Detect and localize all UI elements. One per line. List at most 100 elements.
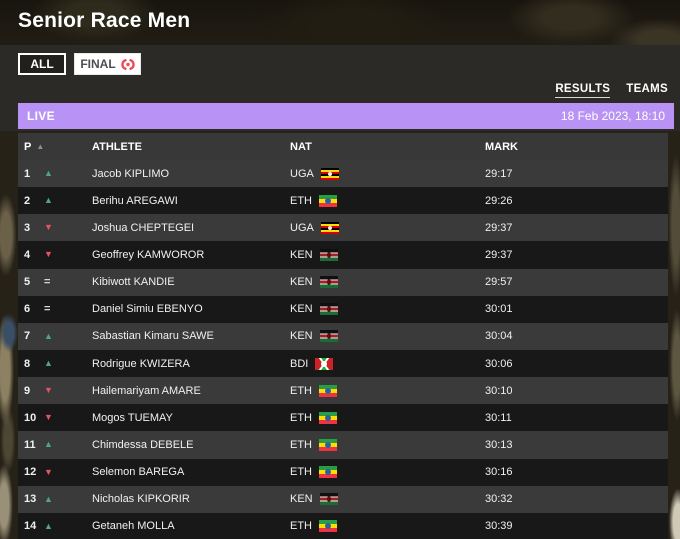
trend-icon: ▼	[44, 386, 82, 395]
country-code: KEN	[290, 330, 313, 342]
athlete-result-row[interactable]: 14 ▲ Getaneh MOLLA ETH 30:39	[18, 513, 668, 539]
results-rows: 1 ▲ Jacob KIPLIMO UGA 29:17 2 ▲ Berihu A…	[18, 160, 668, 539]
position-value: 3	[18, 222, 44, 234]
country-code: KEN	[290, 276, 313, 288]
athlete-name: Rodrigue KWIZERA	[82, 358, 280, 370]
athlete-name: Geoffrey KAMWOROR	[82, 249, 280, 261]
trend-icon: ▲	[44, 169, 82, 178]
final-filter-label: FINAL	[80, 57, 115, 71]
athlete-result-row[interactable]: 6 = Daniel Simiu EBENYO KEN 30:01	[18, 296, 668, 323]
country-flag-icon	[319, 385, 337, 397]
nationality-cell: ETH	[280, 439, 475, 451]
athlete-name: Jacob KIPLIMO	[82, 168, 280, 180]
view-tabs: RESULTS TEAMS	[555, 83, 668, 98]
country-flag-icon	[319, 466, 337, 478]
mark-time: 29:57	[475, 276, 668, 288]
mark-time: 30:04	[475, 330, 668, 342]
athlete-result-row[interactable]: 3 ▼ Joshua CHEPTEGEI UGA 29:37	[18, 214, 668, 241]
all-filter-label: ALL	[30, 57, 53, 71]
results-table: P ▲ ATHLETE NAT MARK 1 ▲ Jacob KIPLIMO U…	[18, 133, 668, 539]
country-flag-icon	[319, 195, 337, 207]
position-value: 5	[18, 276, 44, 288]
position-value: 14	[18, 520, 44, 532]
athlete-result-row[interactable]: 8 ▲ Rodrigue KWIZERA BDI 30:06	[18, 350, 668, 377]
nationality-cell: ETH	[280, 466, 475, 478]
athlete-result-row[interactable]: 4 ▼ Geoffrey KAMWOROR KEN 29:37	[18, 241, 668, 268]
live-status-label: LIVE	[27, 109, 55, 123]
mark-time: 30:13	[475, 439, 668, 451]
position-value: 2	[18, 195, 44, 207]
country-flag-icon	[319, 520, 337, 532]
country-code: ETH	[290, 439, 312, 451]
nationality-cell: UGA	[280, 168, 475, 180]
final-filter-button[interactable]: FINAL	[74, 53, 141, 75]
mark-time: 30:16	[475, 466, 668, 478]
nationality-cell: ETH	[280, 520, 475, 532]
trend-icon: ▼	[44, 250, 82, 259]
athlete-result-row[interactable]: 10 ▼ Mogos TUEMAY ETH 30:11	[18, 404, 668, 431]
country-code: BDI	[290, 358, 308, 370]
country-flag-icon	[320, 249, 338, 261]
tab-teams[interactable]: TEAMS	[626, 83, 668, 98]
country-flag-icon	[321, 222, 339, 234]
column-header-position[interactable]: P ▲	[18, 141, 44, 153]
position-value: 7	[18, 330, 44, 342]
athlete-result-row[interactable]: 7 ▲ Sabastian Kimaru SAWE KEN 30:04	[18, 323, 668, 350]
trend-icon: ▼	[44, 468, 82, 477]
nationality-cell: BDI	[280, 358, 475, 370]
column-header-nat: NAT	[280, 141, 475, 153]
nationality-cell: KEN	[280, 493, 475, 505]
athlete-name: Mogos TUEMAY	[82, 412, 280, 424]
live-broadcast-icon	[121, 59, 135, 70]
country-flag-icon	[320, 276, 338, 288]
athlete-result-row[interactable]: 11 ▲ Chimdessa DEBELE ETH 30:13	[18, 431, 668, 458]
mark-time: 30:39	[475, 520, 668, 532]
athlete-name: Kibiwott KANDIE	[82, 276, 280, 288]
nationality-cell: ETH	[280, 412, 475, 424]
sort-ascending-icon: ▲	[36, 142, 44, 151]
nationality-cell: UGA	[280, 222, 475, 234]
trend-icon: ▼	[44, 413, 82, 422]
country-flag-icon	[315, 358, 333, 370]
mark-time: 30:01	[475, 303, 668, 315]
athlete-name: Getaneh MOLLA	[82, 520, 280, 532]
country-flag-icon	[319, 439, 337, 451]
athlete-result-row[interactable]: 9 ▼ Hailemariyam AMARE ETH 30:10	[18, 377, 668, 404]
trend-icon: ▲	[44, 196, 82, 205]
athlete-name: Berihu AREGAWI	[82, 195, 280, 207]
country-flag-icon	[320, 493, 338, 505]
trend-icon: ▲	[44, 440, 82, 449]
position-value: 8	[18, 358, 44, 370]
tab-results[interactable]: RESULTS	[555, 83, 610, 98]
athlete-result-row[interactable]: 12 ▼ Selemon BAREGA ETH 30:16	[18, 459, 668, 486]
athlete-result-row[interactable]: 5 = Kibiwott KANDIE KEN 29:57	[18, 269, 668, 296]
mark-time: 29:37	[475, 249, 668, 261]
athlete-result-row[interactable]: 1 ▲ Jacob KIPLIMO UGA 29:17	[18, 160, 668, 187]
athlete-name: Daniel Simiu EBENYO	[82, 303, 280, 315]
athlete-name: Hailemariyam AMARE	[82, 385, 280, 397]
athlete-result-row[interactable]: 13 ▲ Nicholas KIPKORIR KEN 30:32	[18, 486, 668, 513]
athlete-name: Joshua CHEPTEGEI	[82, 222, 280, 234]
table-header-row: P ▲ ATHLETE NAT MARK	[18, 133, 668, 160]
mark-time: 29:26	[475, 195, 668, 207]
trend-icon: ▼	[44, 223, 82, 232]
trend-icon: ▲	[44, 522, 82, 531]
position-value: 10	[18, 412, 44, 424]
country-code: UGA	[290, 222, 314, 234]
position-value: 1	[18, 168, 44, 180]
nationality-cell: KEN	[280, 303, 475, 315]
country-flag-icon	[320, 330, 338, 342]
athlete-result-row[interactable]: 2 ▲ Berihu AREGAWI ETH 29:26	[18, 187, 668, 214]
mark-time: 30:10	[475, 385, 668, 397]
position-value: 12	[18, 466, 44, 478]
nationality-cell: ETH	[280, 195, 475, 207]
position-header-label: P	[24, 141, 31, 153]
country-code: ETH	[290, 412, 312, 424]
trend-icon: =	[44, 277, 82, 288]
nationality-cell: ETH	[280, 385, 475, 397]
athlete-name: Selemon BAREGA	[82, 466, 280, 478]
country-flag-icon	[321, 168, 339, 180]
page-title: Senior Race Men	[18, 9, 190, 33]
all-filter-button[interactable]: ALL	[18, 53, 66, 75]
mark-time: 30:11	[475, 412, 668, 424]
